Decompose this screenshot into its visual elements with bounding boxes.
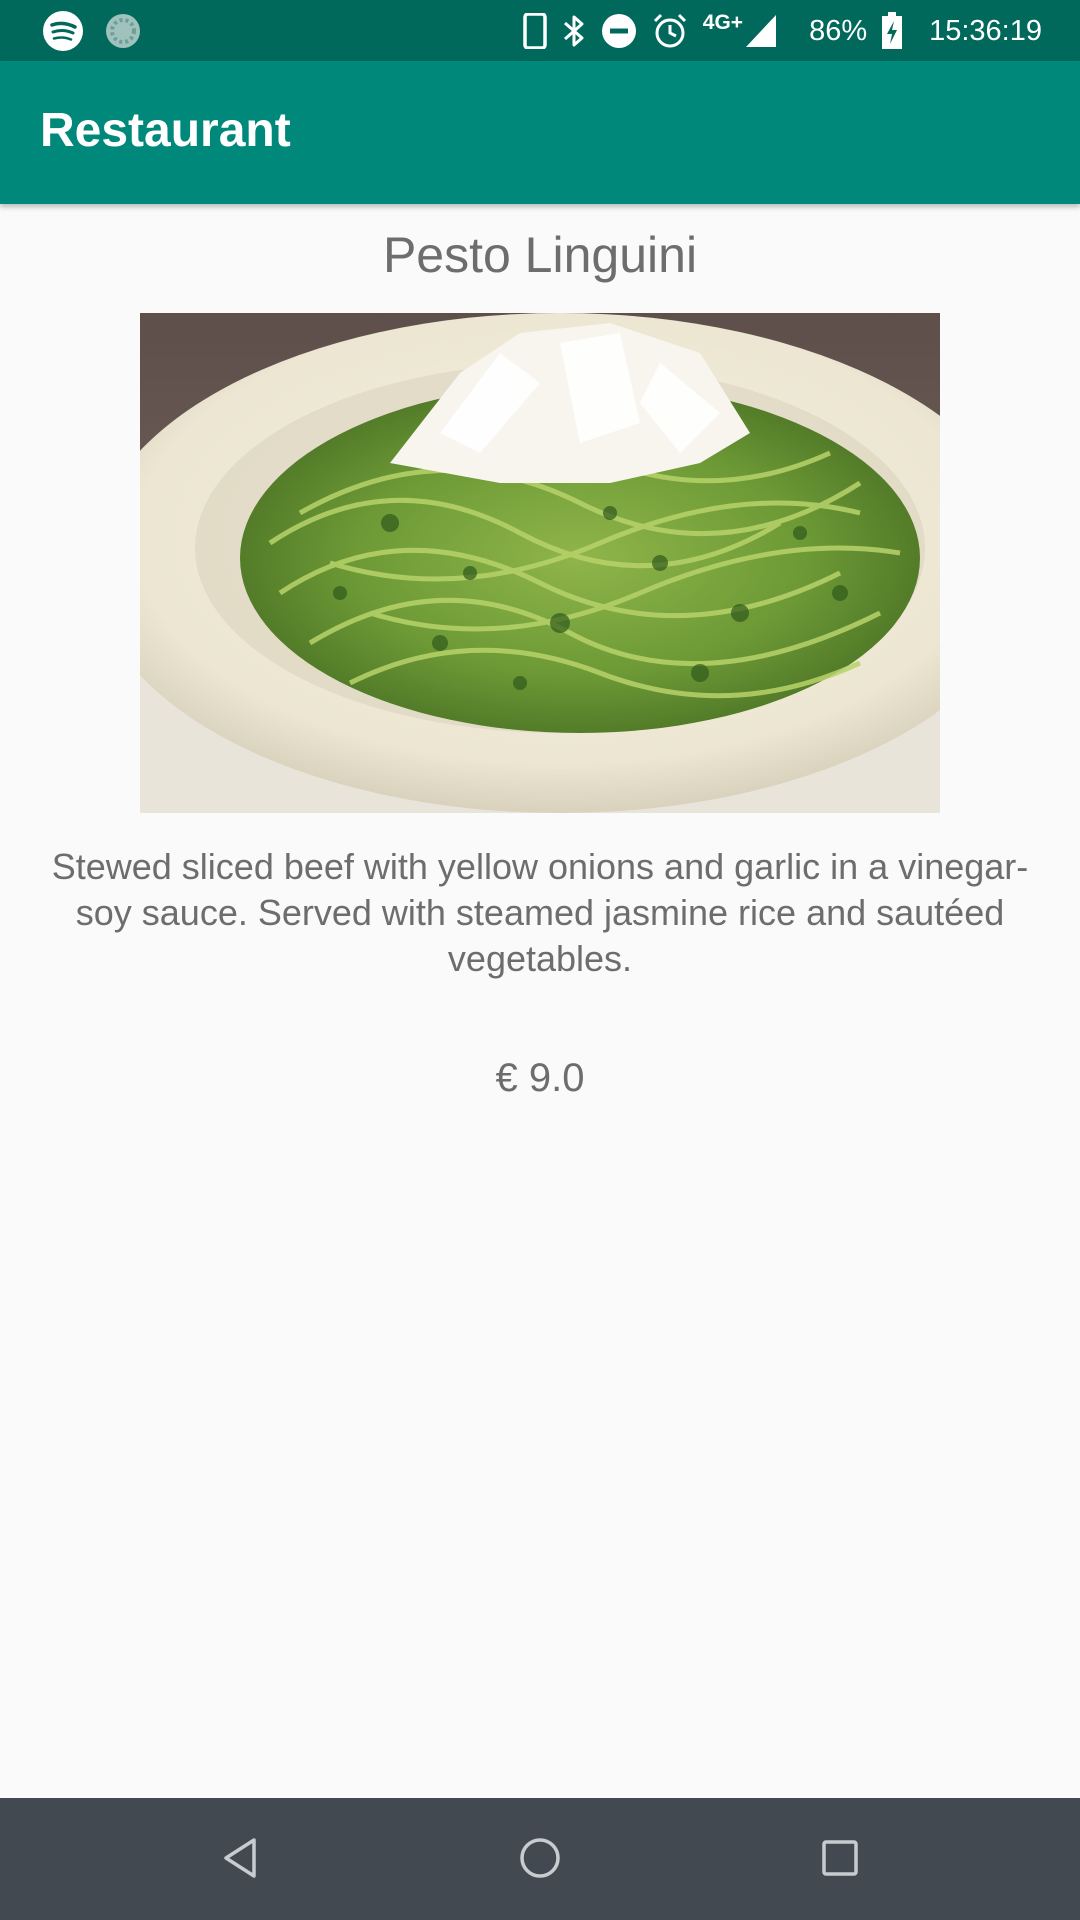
battery-charging-icon <box>881 12 903 50</box>
status-bar-right: 4G+ 86% 15:36:19 <box>523 8 1042 54</box>
bluetooth-icon <box>561 12 587 50</box>
do-not-disturb-icon <box>601 13 637 49</box>
status-bar: 4G+ 86% 15:36:19 <box>0 0 1080 61</box>
dish-image <box>140 313 940 813</box>
dish-detail: Pesto Linguini Stewed sliced beef with y… <box>0 204 1080 1798</box>
dish-name: Pesto Linguini <box>382 227 698 283</box>
network-type: 4G+ <box>702 11 744 34</box>
status-bar-left <box>42 10 142 52</box>
clock: 15:36:19 <box>929 14 1042 47</box>
recents-icon[interactable] <box>810 1828 870 1888</box>
signal-icon <box>745 14 777 48</box>
spotify-icon <box>42 10 84 52</box>
home-icon[interactable] <box>510 1828 570 1888</box>
battery-percent: 86% <box>809 14 868 47</box>
app-title: Restaurant <box>40 104 291 157</box>
app-bar: Restaurant <box>0 61 1080 204</box>
navigation-bar <box>0 1798 1080 1920</box>
dish-price: € 9.0 <box>495 1056 585 1100</box>
phone-icon <box>523 13 547 49</box>
sync-icon <box>104 12 142 50</box>
back-icon[interactable] <box>210 1828 270 1888</box>
alarm-icon <box>651 12 689 50</box>
dish-description: Stewed sliced beef with yellow onions an… <box>51 846 1029 979</box>
